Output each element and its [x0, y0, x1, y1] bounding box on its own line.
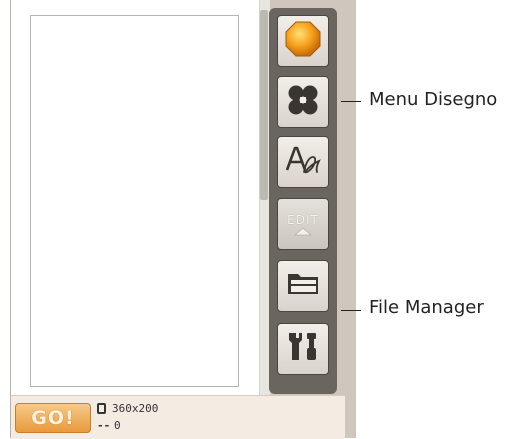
letter-a-script-icon [284, 143, 322, 181]
file-manager-button[interactable] [277, 260, 329, 312]
four-petal-icon [286, 83, 320, 121]
stitch-count-prefix: -- [97, 419, 111, 432]
stitch-count: 0 [114, 419, 121, 432]
scrollbar-thumb[interactable] [260, 10, 268, 200]
settings-button[interactable] [277, 323, 329, 375]
hoop-icon [97, 403, 106, 414]
design-menu-button[interactable] [277, 76, 329, 128]
design-menu-callout: Menu Disegno [369, 89, 498, 110]
edit-label: EDIT [287, 212, 319, 227]
file-manager-leader-line [341, 310, 361, 311]
text-button[interactable] [277, 136, 329, 188]
folder-icon [286, 271, 320, 301]
edit-arrow-icon: EDIT [287, 213, 319, 236]
file-manager-callout: File Manager [369, 297, 484, 318]
hoop-area[interactable] [30, 15, 239, 387]
go-button[interactable]: GO! [15, 403, 91, 433]
hoop-size: 360x200 [112, 402, 159, 415]
tools-icon [286, 330, 320, 368]
edit-button[interactable]: EDIT [277, 198, 329, 250]
orange-octagon-icon [283, 19, 323, 63]
design-menu-leader-line [341, 101, 361, 102]
start-button[interactable] [277, 15, 329, 67]
